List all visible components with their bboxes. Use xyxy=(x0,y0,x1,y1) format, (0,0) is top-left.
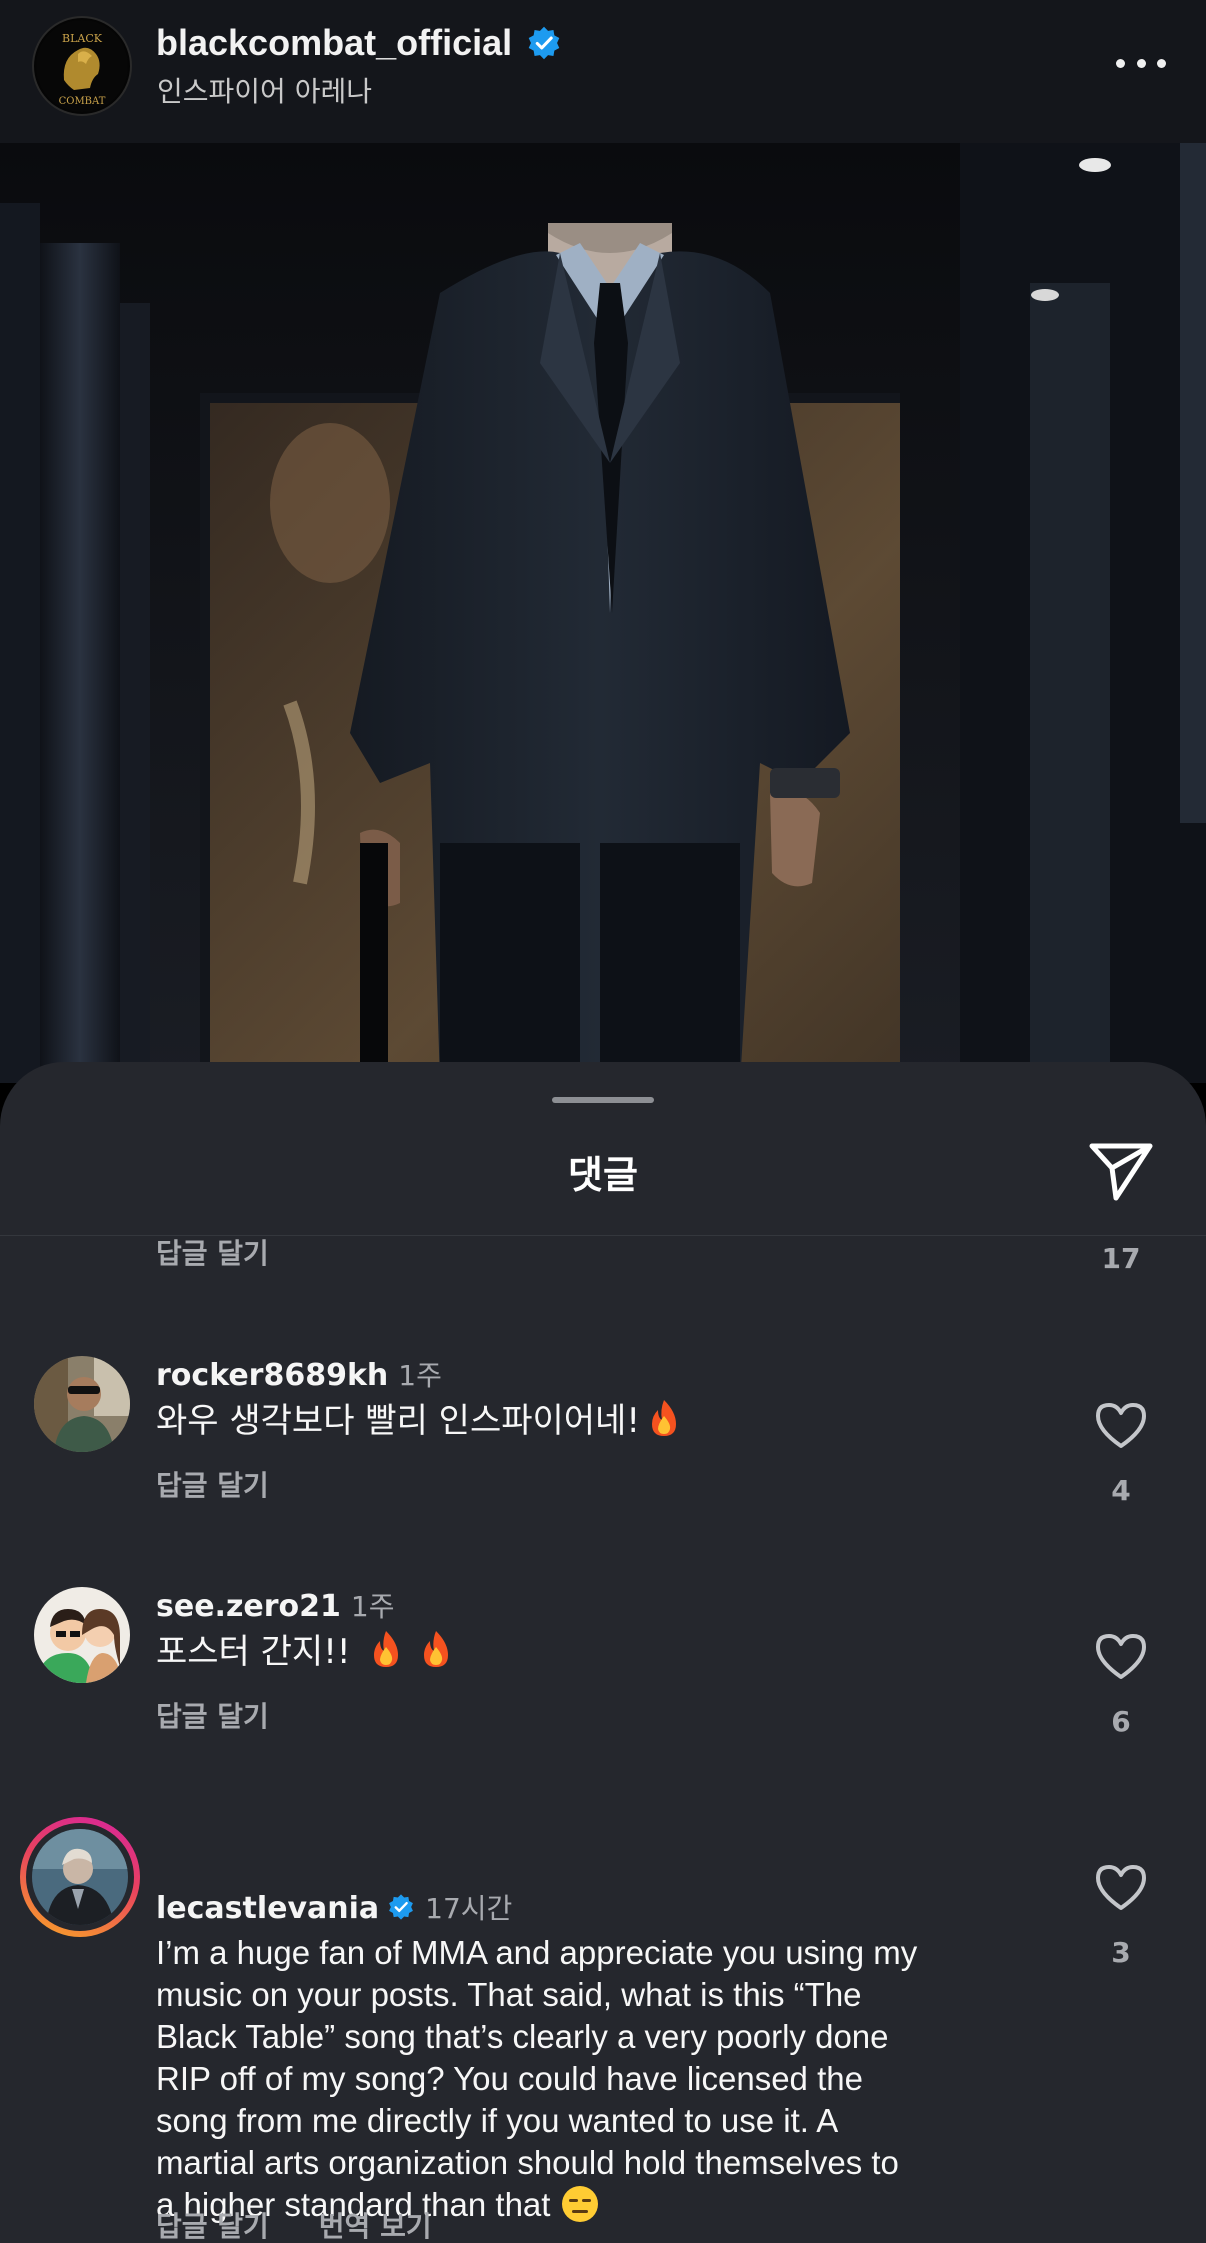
comment-time: 17시간 xyxy=(425,1892,513,1925)
reply-button[interactable]: 답글 달기 xyxy=(156,1695,269,1735)
comment-text-content: 와우 생각보다 빨리 인스파이어네! xyxy=(156,1401,640,1441)
reply-button[interactable]: 답글 달기 xyxy=(156,2205,269,2243)
comment-username[interactable]: see.zero21 xyxy=(156,1589,341,1624)
commenter-avatar[interactable] xyxy=(34,1587,130,1683)
logo-text-top: BLACK xyxy=(62,32,103,45)
sheet-drag-handle[interactable] xyxy=(552,1097,654,1103)
post-location[interactable]: 인스파이어 아레나 xyxy=(157,70,372,110)
verified-badge-icon xyxy=(389,1894,414,1920)
sheet-title: 댓글 xyxy=(568,1153,638,1197)
expressionless-face-emoji-icon xyxy=(562,2186,599,2222)
post-username-row[interactable]: blackcombat_official xyxy=(156,22,562,64)
comment-meta: rocker8689kh 1주 xyxy=(156,1354,442,1394)
fire-emoji-icon xyxy=(424,1631,449,1667)
logo-text-bottom: COMBAT xyxy=(59,96,106,107)
blackcombat-avatar[interactable]: BLACK COMBAT xyxy=(32,16,132,116)
more-horizontal-icon[interactable] xyxy=(1116,56,1166,70)
like-count: 3 xyxy=(1111,1936,1131,1969)
heart-icon[interactable] xyxy=(1094,1862,1148,1912)
commenter-avatar[interactable] xyxy=(34,1356,130,1452)
comment-text: 와우 생각보다 빨리 인스파이어네! xyxy=(156,1398,682,1442)
like-count: 6 xyxy=(1111,1705,1131,1738)
post-photo[interactable] xyxy=(0,143,1206,1083)
like-count: 4 xyxy=(1111,1474,1131,1507)
commenter-avatar[interactable] xyxy=(32,1829,128,1925)
comment-actions: 답글 달기 번역 보기 xyxy=(156,2205,432,2243)
reply-button[interactable]: 답글 달기 xyxy=(156,1464,269,1504)
heart-icon[interactable] xyxy=(1094,1631,1148,1681)
send-icon[interactable] xyxy=(1086,1138,1156,1202)
comment-text-line: song from me directly if you wanted to u… xyxy=(156,2102,839,2139)
fire-emoji-icon xyxy=(374,1631,399,1667)
reply-button[interactable]: 답글 달기 xyxy=(156,1232,269,1272)
comment-meta: lecastlevania 17시간 xyxy=(156,1887,512,1927)
comments-sheet: 댓글 답글 달기 17 rocker8689kh 1주 와우 생각보다 빨리 인… xyxy=(0,1062,1206,2243)
fire-emoji-icon xyxy=(651,1400,676,1436)
comment-username[interactable]: lecastlevania xyxy=(156,1891,379,1926)
comment-text-line: martial arts organization should hold th… xyxy=(156,2144,899,2181)
comment-username[interactable]: rocker8689kh xyxy=(156,1358,388,1393)
verified-badge-icon xyxy=(528,26,560,60)
comment-text: I’m a huge fan of MMA and appreciate you… xyxy=(156,1932,917,2226)
comment-text-content: 포스터 간지!! xyxy=(156,1632,351,1672)
comment-text-line: RIP off of my song? You could have licen… xyxy=(156,2060,863,2097)
story-ring[interactable] xyxy=(20,1817,140,1937)
comment-text-line: music on your posts. That said, what is … xyxy=(156,1976,862,2013)
post-username[interactable]: blackcombat_official xyxy=(156,22,512,64)
post-header: BLACK COMBAT blackcombat_official 인스파이어 … xyxy=(0,0,1206,144)
translate-button[interactable]: 번역 보기 xyxy=(319,2205,432,2243)
comment-text-line: I’m a huge fan of MMA and appreciate you… xyxy=(156,1934,918,1971)
comment-time: 1주 xyxy=(398,1359,442,1392)
comment-meta: see.zero21 1주 xyxy=(156,1585,395,1625)
heart-icon[interactable] xyxy=(1094,1400,1148,1450)
comment-text: 포스터 간지!! xyxy=(156,1629,454,1673)
comment-text-line: Black Table” song that’s clearly a very … xyxy=(156,2018,889,2055)
comment-time: 1주 xyxy=(350,1590,395,1623)
like-count: 17 xyxy=(1101,1242,1141,1275)
